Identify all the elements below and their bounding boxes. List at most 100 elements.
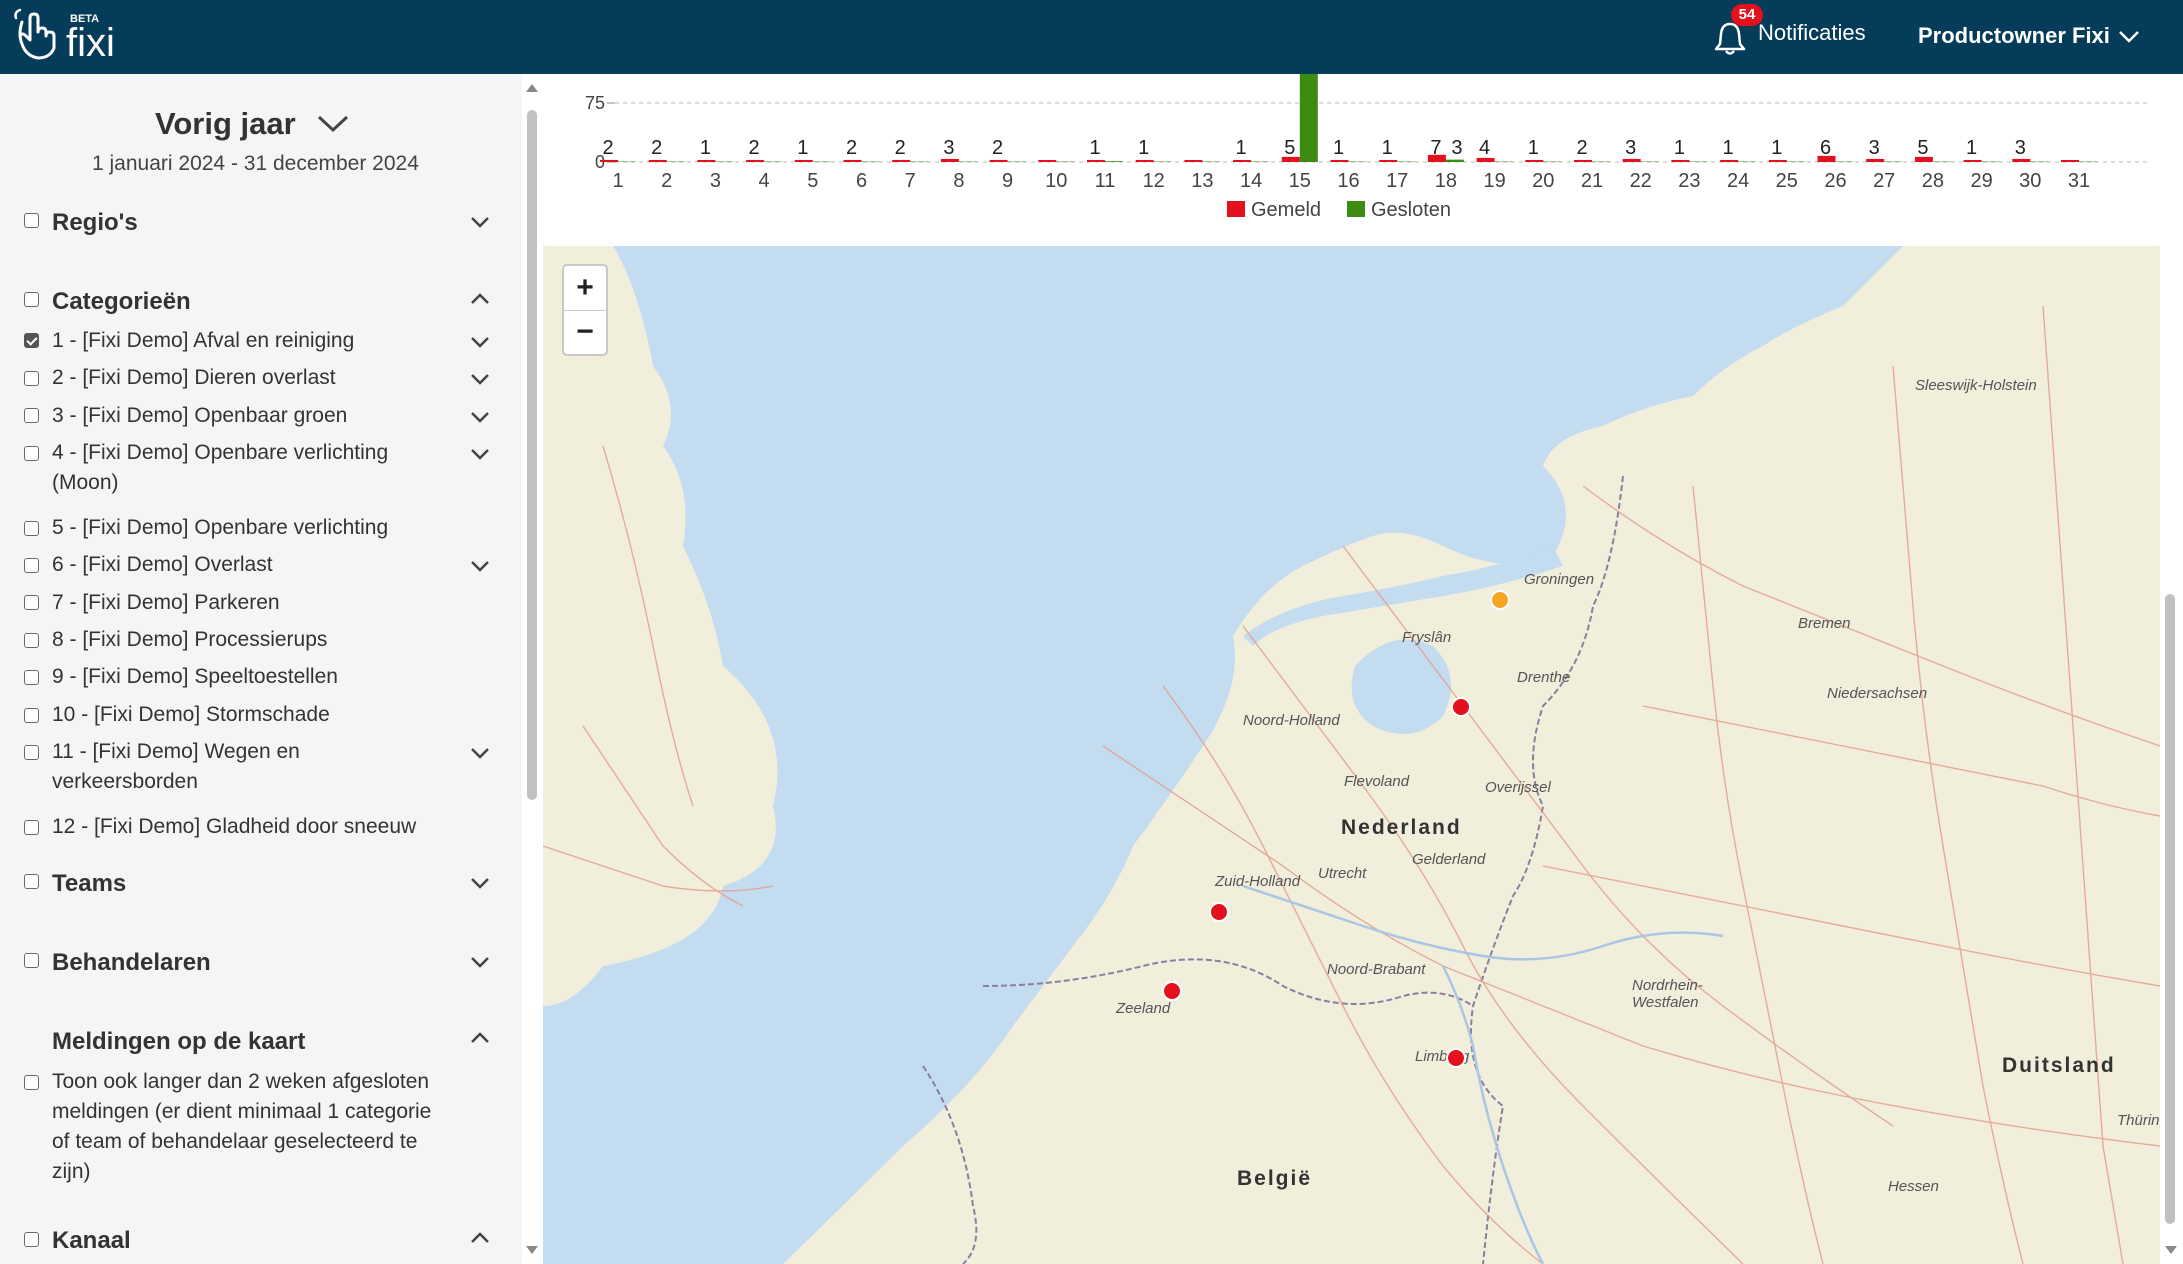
category-label[interactable]: 9 - [Fixi Demo] Speeltoestellen bbox=[52, 662, 338, 692]
chevron-down-icon[interactable] bbox=[470, 216, 490, 228]
x-tick-label: 6 bbox=[856, 170, 867, 192]
bar-gesloten bbox=[1932, 161, 1951, 162]
bar-gesloten bbox=[2030, 161, 2049, 162]
category-label[interactable]: 8 - [Fixi Demo] Processierups bbox=[52, 625, 327, 655]
data-label: 3 bbox=[2015, 137, 2026, 159]
data-label: 1 bbox=[1723, 137, 1734, 159]
kanaal-checkbox[interactable] bbox=[24, 1232, 39, 1247]
chevron-down-icon[interactable] bbox=[470, 560, 490, 572]
category-checkbox-6[interactable] bbox=[24, 558, 39, 573]
category-checkbox-11[interactable] bbox=[24, 745, 39, 760]
category-checkbox-2[interactable] bbox=[24, 371, 39, 386]
fixi-logo[interactable]: BETA fixi bbox=[12, 8, 142, 66]
section-categorieen[interactable]: Categorieën bbox=[52, 288, 191, 316]
behandelaren-checkbox[interactable] bbox=[24, 953, 39, 968]
category-label[interactable]: 6 - [Fixi Demo] Overlast bbox=[52, 550, 273, 580]
map-marker-orange[interactable] bbox=[1490, 590, 1510, 610]
section-regios[interactable]: Regio's bbox=[52, 209, 138, 237]
map-label-hessen: Hessen bbox=[1888, 1178, 1939, 1195]
category-checkbox-9[interactable] bbox=[24, 670, 39, 685]
map-marker-red[interactable] bbox=[1446, 1048, 1466, 1068]
scroll-down-arrow-icon[interactable] bbox=[526, 1246, 538, 1254]
scrollbar-thumb[interactable] bbox=[527, 110, 537, 800]
data-label: 1 bbox=[797, 137, 808, 159]
category-label[interactable]: 10 - [Fixi Demo] Stormschade bbox=[52, 700, 330, 730]
scroll-up-arrow-icon[interactable] bbox=[526, 84, 538, 92]
category-checkbox-3[interactable] bbox=[24, 408, 39, 423]
chevron-down-icon[interactable] bbox=[470, 411, 490, 423]
chevron-down-icon[interactable] bbox=[470, 747, 490, 759]
category-label[interactable]: 2 - [Fixi Demo] Dieren overlast bbox=[52, 363, 336, 393]
category-label[interactable]: 12 - [Fixi Demo] Gladheid door sneeuw bbox=[52, 812, 416, 842]
category-label[interactable]: 5 - [Fixi Demo] Openbare verlichting bbox=[52, 513, 388, 543]
section-kanaal[interactable]: Kanaal bbox=[52, 1227, 131, 1255]
data-label: 2 bbox=[846, 137, 857, 159]
category-checkbox-4[interactable] bbox=[24, 446, 39, 461]
y-tick-label: 75 bbox=[585, 93, 605, 113]
map-marker-red[interactable] bbox=[1209, 902, 1229, 922]
category-label[interactable]: 1 - [Fixi Demo] Afval en reiniging bbox=[52, 326, 354, 356]
chevron-up-icon[interactable] bbox=[470, 1032, 490, 1044]
category-checkbox-12[interactable] bbox=[24, 820, 39, 835]
data-label: 4 bbox=[1479, 137, 1490, 159]
filter-sidebar: Vorig jaar 1 januari 2024 - 31 december … bbox=[0, 74, 522, 1264]
chevron-down-icon[interactable] bbox=[470, 956, 490, 968]
zoom-out-button[interactable]: − bbox=[564, 310, 606, 354]
x-tick-label: 12 bbox=[1143, 170, 1165, 192]
category-label[interactable]: 11 - [Fixi Demo] Wegen en bbox=[52, 737, 300, 767]
chevron-down-icon[interactable] bbox=[470, 336, 490, 348]
chevron-up-icon[interactable] bbox=[470, 293, 490, 305]
regios-checkbox[interactable] bbox=[24, 213, 39, 228]
map-label-gelderland: Gelderland bbox=[1412, 851, 1486, 868]
bar-gesloten bbox=[1056, 161, 1075, 162]
meldingen-option-checkbox[interactable] bbox=[24, 1075, 39, 1090]
data-label: 3 bbox=[1869, 137, 1880, 159]
chevron-down-icon[interactable] bbox=[470, 877, 490, 889]
map-canvas[interactable] bbox=[543, 246, 2160, 1264]
section-teams[interactable]: Teams bbox=[52, 870, 126, 898]
scrollbar-thumb[interactable] bbox=[2165, 594, 2175, 1224]
data-label: 6 bbox=[1820, 137, 1831, 159]
category-checkbox-8[interactable] bbox=[24, 633, 39, 648]
category-checkbox-10[interactable] bbox=[24, 708, 39, 723]
period-title[interactable]: Vorig jaar bbox=[155, 106, 296, 142]
meldingen-option-text[interactable]: of team of behandelaar geselecteerd te bbox=[52, 1127, 417, 1157]
chevron-up-icon[interactable] bbox=[470, 1232, 490, 1244]
teams-checkbox[interactable] bbox=[24, 874, 39, 889]
meldingen-option-text[interactable]: Toon ook langer dan 2 weken afgesloten bbox=[52, 1067, 429, 1097]
chevron-down-icon[interactable] bbox=[2118, 30, 2140, 44]
section-meldingen[interactable]: Meldingen op de kaart bbox=[52, 1028, 305, 1056]
categorieen-checkbox[interactable] bbox=[24, 292, 39, 307]
user-menu[interactable]: Productowner Fixi bbox=[1918, 23, 2110, 49]
category-checkbox-5[interactable] bbox=[24, 521, 39, 536]
category-label[interactable]: (Moon) bbox=[52, 468, 119, 498]
section-behandelaren[interactable]: Behandelaren bbox=[52, 949, 211, 977]
category-label[interactable]: 4 - [Fixi Demo] Openbare verlichting bbox=[52, 438, 388, 468]
category-label[interactable]: 7 - [Fixi Demo] Parkeren bbox=[52, 588, 280, 618]
category-checkbox-1[interactable] bbox=[24, 333, 39, 348]
scroll-down-arrow-icon[interactable] bbox=[2165, 1246, 2177, 1254]
map-label-nordrhein-westfalen: Nordrhein-Westfalen bbox=[1632, 977, 1703, 1011]
chevron-down-icon[interactable] bbox=[470, 448, 490, 460]
bar-gesloten bbox=[1835, 161, 1854, 162]
bar-gesloten bbox=[1445, 159, 1464, 162]
map-marker-red[interactable] bbox=[1451, 697, 1471, 717]
sidebar-scrollbar[interactable] bbox=[522, 74, 542, 1264]
category-label[interactable]: 3 - [Fixi Demo] Openbaar groen bbox=[52, 401, 347, 431]
chart-panel: 75 0 1 2 2 2 3 1 4 2 5 1 6 2 7 2 8 3 9 2 10 11 1 12 1 13 14 1 15 5 16 1… bbox=[543, 74, 2160, 247]
bar-gesloten bbox=[812, 161, 831, 162]
meldingen-option-text[interactable]: zijn) bbox=[52, 1157, 91, 1187]
map[interactable]: Groningen Fryslân Drenthe Noord-Holland … bbox=[543, 246, 2160, 1264]
category-checkbox-7[interactable] bbox=[24, 595, 39, 610]
meldingen-option-text[interactable]: meldingen (er dient minimaal 1 categorie bbox=[52, 1097, 431, 1127]
chevron-down-icon[interactable] bbox=[316, 114, 350, 134]
notifications-link[interactable]: Notificaties bbox=[1758, 20, 1866, 46]
chevron-down-icon[interactable] bbox=[470, 373, 490, 385]
bar-gesloten bbox=[861, 161, 880, 162]
main-scrollbar[interactable] bbox=[2160, 74, 2183, 1264]
map-marker-red[interactable] bbox=[1162, 981, 1182, 1001]
bar-gemeld bbox=[1574, 159, 1592, 162]
map-label-utrecht: Utrecht bbox=[1318, 865, 1367, 882]
category-label[interactable]: verkeersborden bbox=[52, 767, 198, 797]
zoom-in-button[interactable]: + bbox=[564, 266, 606, 311]
